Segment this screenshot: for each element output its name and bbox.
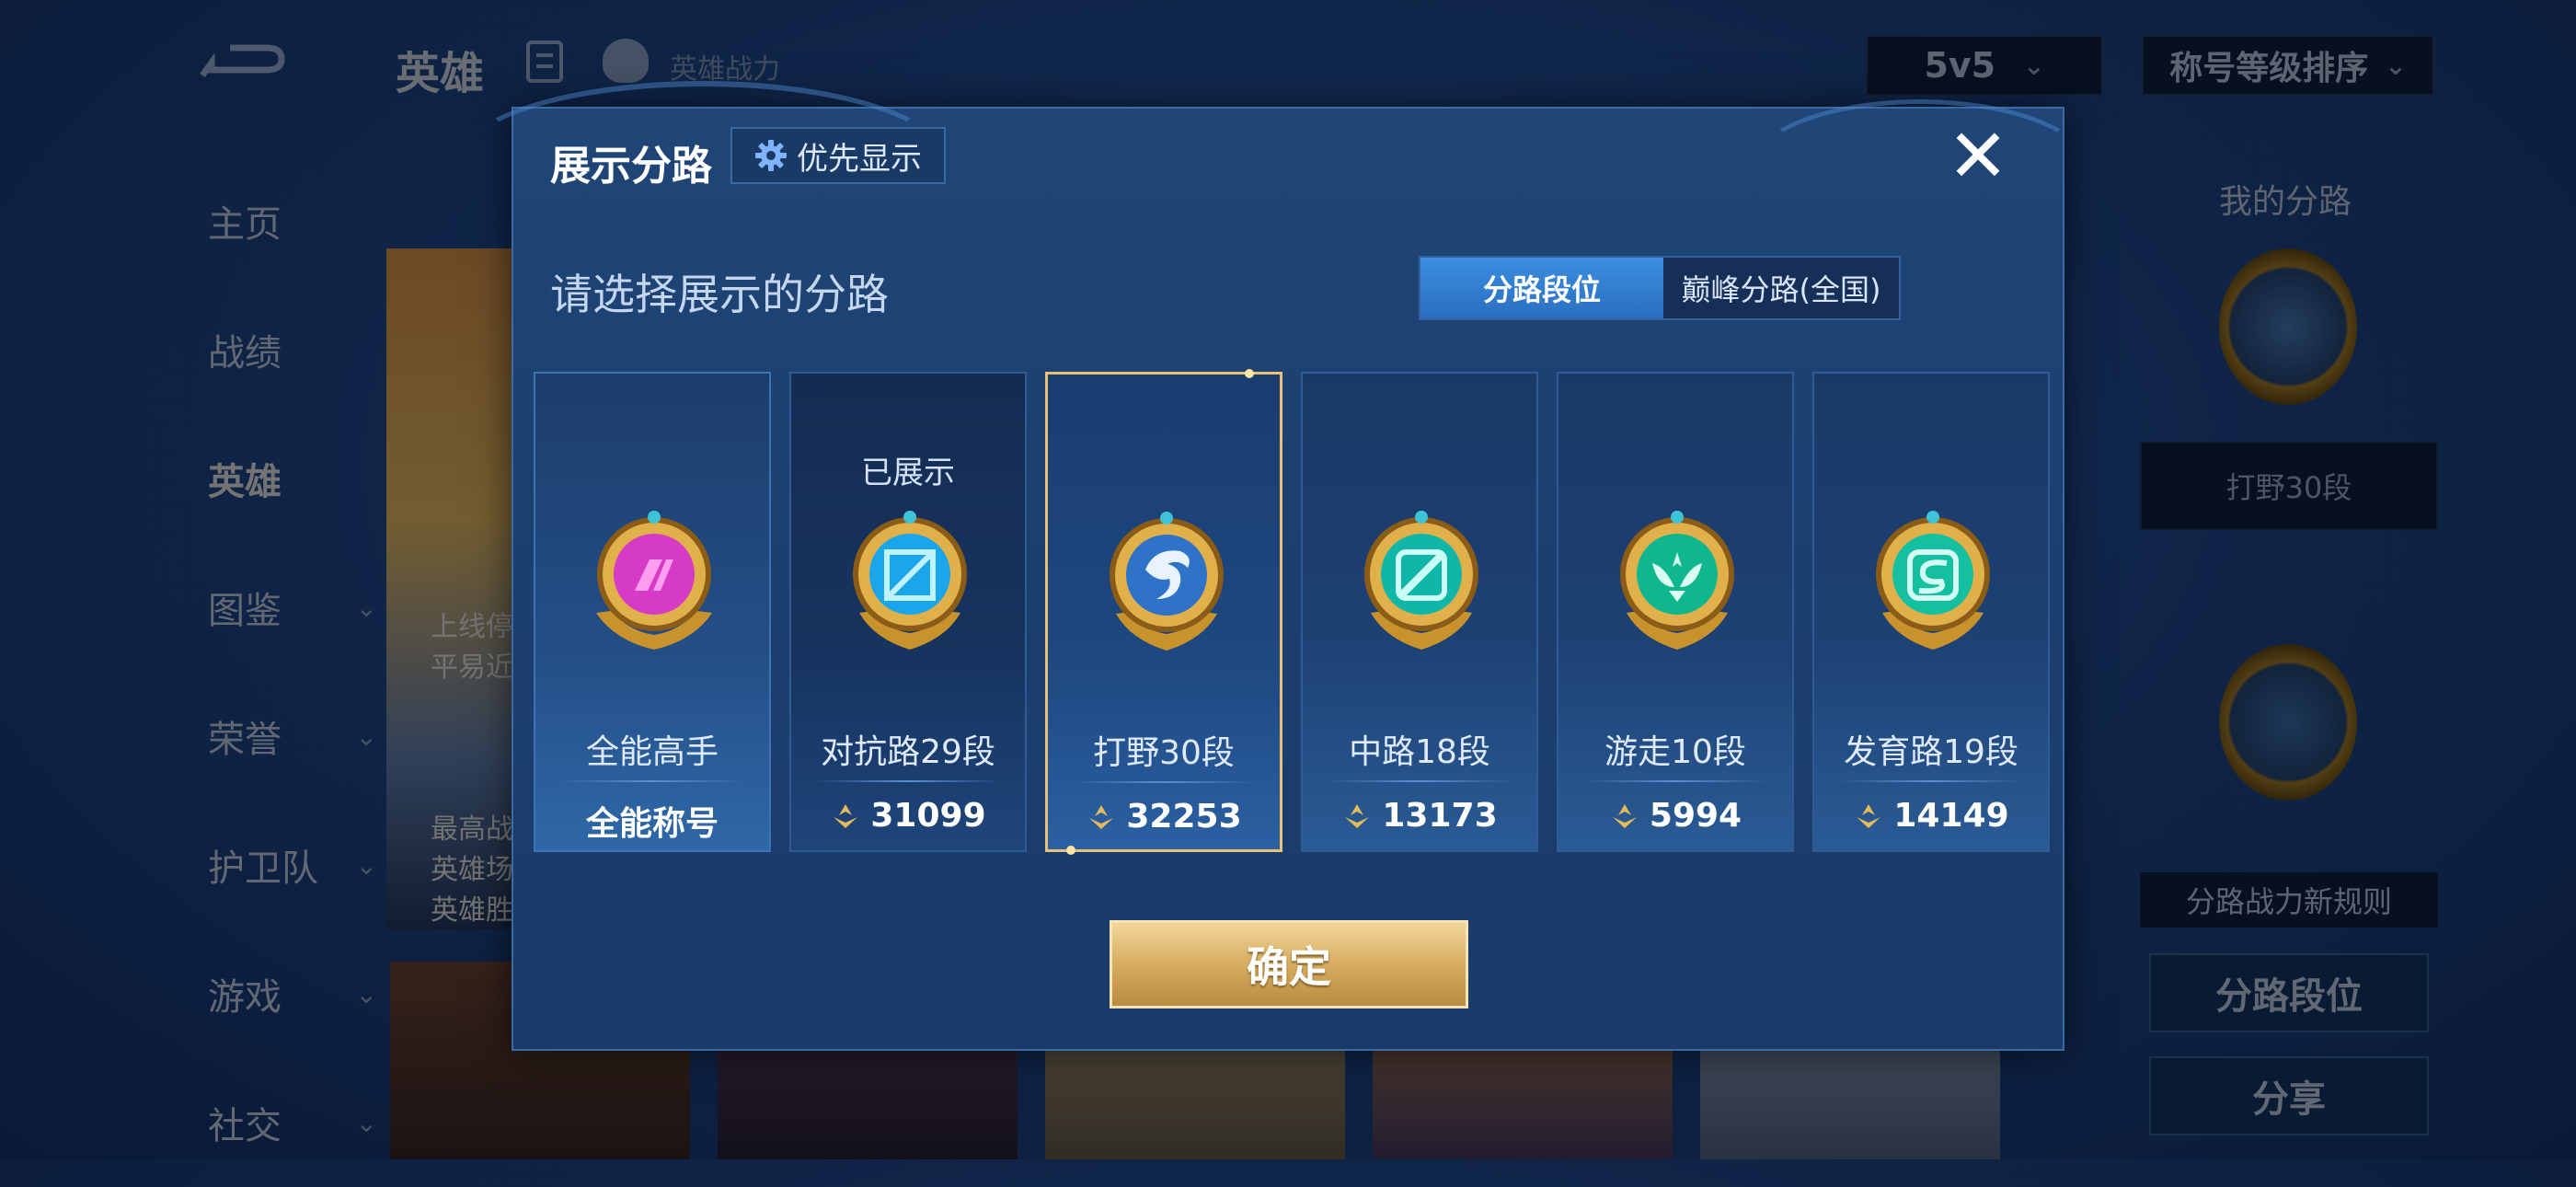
clash-lane-badge-icon (834, 502, 986, 655)
lane-card-farm[interactable]: 发育路19段 14149 (1812, 372, 2050, 852)
lane-rank-label: 中路18段 (1349, 733, 1490, 771)
jungle-badge-icon (2219, 248, 2357, 405)
hero-card-stat: 英雄胜 (431, 894, 513, 927)
tab-peak-lane[interactable]: 巅峰分路(全国) (1663, 258, 1899, 318)
lane-card-list: 全能高手 全能称号 已展示 对抗路29段 31099 打野30段 32253 中… (534, 369, 2050, 855)
divider (815, 780, 1001, 782)
jungle-lane-badge-icon (1090, 503, 1243, 656)
lane-rank-label: 发育路19段 (1844, 733, 2018, 771)
farm-lane-badge-icon (1857, 502, 2009, 655)
decorative-swirl (1750, 99, 2090, 237)
lane-rank-label: 对抗路29段 (821, 733, 995, 771)
confirm-button[interactable]: 确定 (1110, 920, 1468, 1008)
lane-value: 13173 (1303, 797, 1536, 835)
lane-value: 32253 (1048, 798, 1280, 836)
chevron-down-icon: ⌄ (2023, 50, 2045, 81)
power-icon (834, 803, 858, 828)
sidebar-item-codex[interactable]: 图鉴 ⌄ (175, 543, 396, 672)
sidebar-item-heroes[interactable]: 英雄 (175, 414, 396, 543)
clash-badge-icon (2219, 644, 2357, 801)
priority-display-button[interactable]: 优先显示 (730, 127, 946, 184)
lane-value-text: 14149 (1893, 797, 2009, 835)
sidebar-item-game[interactable]: 游戏 ⌄ (175, 929, 396, 1058)
document-icon[interactable] (526, 40, 563, 83)
chevron-down-icon: ⌄ (355, 592, 377, 623)
chevron-down-icon: ⌄ (355, 720, 377, 752)
page-title: 英雄 (396, 48, 485, 99)
chevron-down-icon: ⌄ (355, 978, 377, 1009)
mode-select-value: 5v5 (1924, 45, 1996, 86)
section-title: 请选择展示的分路 (550, 270, 889, 319)
lane-power-rule-link[interactable]: 分路战力新规则 (2140, 872, 2438, 928)
lane-value-text: 全能称号 (585, 805, 719, 843)
sidebar-item-label: 游戏 (208, 976, 282, 1019)
dialog-title: 展示分路 (550, 143, 712, 190)
lane-card-mid[interactable]: 中路18段 13173 (1301, 372, 1538, 852)
lane-value-text: 13173 (1382, 797, 1498, 835)
displayed-label: 已展示 (861, 455, 955, 491)
lane-rank-label: 全能高手 (585, 733, 719, 771)
lane-card-clash[interactable]: 已展示 对抗路29段 31099 (789, 372, 1027, 852)
current-lane-rank: 打野30段 (2140, 442, 2438, 530)
roam-lane-badge-icon (1601, 502, 1754, 655)
lane-rank-label: 游走10段 (1604, 733, 1746, 771)
power-icon (1345, 803, 1370, 828)
sort-select[interactable]: 称号等级排序 ⌄ (2142, 35, 2434, 96)
sidebar-item-label: 战绩 (208, 332, 282, 375)
hero-card-stat: 英雄场 (431, 854, 513, 886)
back-arrow-icon[interactable] (193, 35, 294, 86)
lane-card-allround[interactable]: 全能高手 全能称号 (534, 372, 771, 852)
chevron-down-icon: ⌄ (355, 1107, 377, 1138)
sidebar-item-home[interactable]: 主页 (175, 156, 396, 285)
sidebar-item-social[interactable]: 社交 ⌄ (175, 1058, 396, 1187)
hero-card-stat: 最高战 (431, 813, 513, 846)
my-lane-title: 我的分路 (2219, 183, 2352, 221)
tab-lane-rank[interactable]: 分路段位 (1420, 258, 1663, 318)
sidebar-item-guard[interactable]: 护卫队 ⌄ (175, 801, 396, 929)
lane-mode-toggle: 分路段位 巅峰分路(全国) (1419, 256, 1901, 320)
divider (1072, 781, 1256, 783)
sidebar-item-label: 社交 (208, 1105, 282, 1147)
lane-rank-button[interactable]: 分路段位 (2149, 953, 2429, 1032)
sidebar-item-honor[interactable]: 荣誉 ⌄ (175, 672, 396, 801)
power-icon (1612, 803, 1637, 828)
lane-value: 全能称号 (535, 797, 769, 845)
sidebar-item-label: 主页 (208, 203, 282, 246)
lane-value-text: 31099 (870, 797, 986, 835)
sidebar-item-label: 英雄 (208, 461, 282, 503)
power-icon (1089, 804, 1114, 829)
lane-display-dialog: 展示分路 优先显示 ✕ 请选择展示的分路 分路段位 巅峰分路(全国) 全能高手 … (458, 81, 2090, 1051)
priority-display-label: 优先显示 (797, 140, 922, 178)
divider (1838, 780, 2024, 782)
sort-select-value: 称号等级排序 (2169, 50, 2369, 87)
mode-select[interactable]: 5v5 ⌄ (1866, 35, 2103, 96)
allround-badge-icon (578, 502, 730, 655)
lane-value: 14149 (1814, 797, 2048, 835)
divider (1327, 780, 1512, 782)
sidebar-item-label: 图鉴 (208, 590, 282, 632)
lane-value: 5994 (1558, 797, 1792, 835)
lane-card-roam[interactable]: 游走10段 5994 (1557, 372, 1794, 852)
divider (1582, 780, 1768, 782)
chevron-down-icon: ⌄ (2385, 50, 2407, 81)
close-icon[interactable]: ✕ (1943, 120, 2013, 193)
sidebar-item-records[interactable]: 战绩 (175, 285, 396, 414)
power-icon (1857, 803, 1881, 828)
lane-rank-label: 打野30段 (1093, 734, 1235, 772)
chevron-down-icon: ⌄ (355, 849, 377, 881)
lane-card-jungle[interactable]: 打野30段 32253 (1045, 369, 1282, 855)
share-button[interactable]: 分享 (2149, 1056, 2429, 1135)
lane-value: 31099 (791, 797, 1025, 835)
sidebar-item-label: 荣誉 (208, 719, 282, 761)
lane-value-text: 5994 (1649, 797, 1742, 835)
lane-value-text: 32253 (1126, 798, 1242, 836)
gear-icon (754, 139, 788, 172)
divider (559, 780, 745, 782)
sidebar-nav: 主页 战绩 英雄 图鉴 ⌄ 荣誉 ⌄ 护卫队 ⌄ 游戏 ⌄ 社交 ⌄ (175, 156, 396, 1187)
mid-lane-badge-icon (1345, 502, 1498, 655)
hero-card-stats: 最高战 英雄场 英雄胜 (431, 810, 513, 931)
sidebar-item-label: 护卫队 (208, 847, 318, 890)
hero-power-icon (603, 39, 649, 83)
